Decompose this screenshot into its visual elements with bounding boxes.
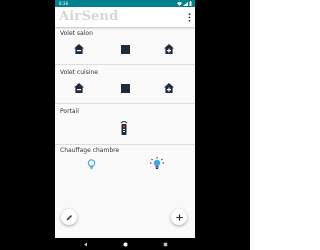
stop-button[interactable] xyxy=(119,43,131,55)
background-right xyxy=(195,0,250,250)
status-bar: 8:38 xyxy=(55,0,195,7)
shutter-down-button[interactable] xyxy=(73,82,85,94)
stop-icon xyxy=(120,83,130,93)
stop-button[interactable] xyxy=(119,82,131,94)
home-icon xyxy=(123,242,127,246)
divider xyxy=(55,144,195,145)
app-title: AirSend xyxy=(59,9,119,24)
shutter-up-button[interactable] xyxy=(163,82,175,94)
phone-screen: 8:38 AirSend Volet salon Volet cuisine P… xyxy=(55,0,195,250)
remote-button[interactable] xyxy=(118,120,130,136)
shutter-down-button[interactable] xyxy=(73,43,85,55)
shutter-up-icon xyxy=(164,83,174,93)
light-off-button[interactable] xyxy=(85,158,97,170)
section-title: Volet cuisine xyxy=(60,69,98,76)
pencil-icon xyxy=(66,214,72,220)
recents-icon xyxy=(163,242,167,246)
back-icon xyxy=(83,242,87,246)
section-title: Volet salon xyxy=(60,30,93,37)
shutter-up-icon xyxy=(164,44,174,54)
status-time: 8:38 xyxy=(59,1,68,6)
light-on-button[interactable] xyxy=(150,157,164,170)
plus-icon xyxy=(175,213,183,221)
add-fab[interactable] xyxy=(171,209,187,225)
app-bar: AirSend xyxy=(55,7,195,27)
section-title: Chauffage chambre xyxy=(60,147,120,154)
battery-icon xyxy=(189,1,192,6)
edit-fab[interactable] xyxy=(61,209,77,225)
divider xyxy=(55,64,195,65)
section-volet-cuisine: Volet cuisine xyxy=(55,69,195,103)
shutter-up-button[interactable] xyxy=(163,43,175,55)
navigation-bar xyxy=(55,238,195,250)
section-title: Portail xyxy=(60,108,79,115)
remote-control-icon xyxy=(120,121,128,135)
section-volet-salon: Volet salon xyxy=(55,30,195,64)
nav-home-button[interactable] xyxy=(121,240,129,248)
section-chauffage-chambre: Chauffage chambre xyxy=(55,147,195,179)
section-portail: Portail xyxy=(55,108,195,144)
background-left xyxy=(0,0,55,250)
divider xyxy=(55,103,195,104)
wifi-icon xyxy=(177,1,182,6)
more-vert-icon xyxy=(188,12,190,22)
stop-icon xyxy=(120,44,130,54)
nav-recents-button[interactable] xyxy=(161,240,169,248)
shutter-down-icon xyxy=(74,83,84,93)
shutter-down-icon xyxy=(74,44,84,54)
status-icons xyxy=(177,1,192,6)
overflow-menu-button[interactable] xyxy=(185,11,193,23)
signal-icon xyxy=(183,1,188,6)
light-off-icon xyxy=(87,158,95,169)
light-on-icon xyxy=(150,157,164,169)
nav-back-button[interactable] xyxy=(81,240,89,248)
